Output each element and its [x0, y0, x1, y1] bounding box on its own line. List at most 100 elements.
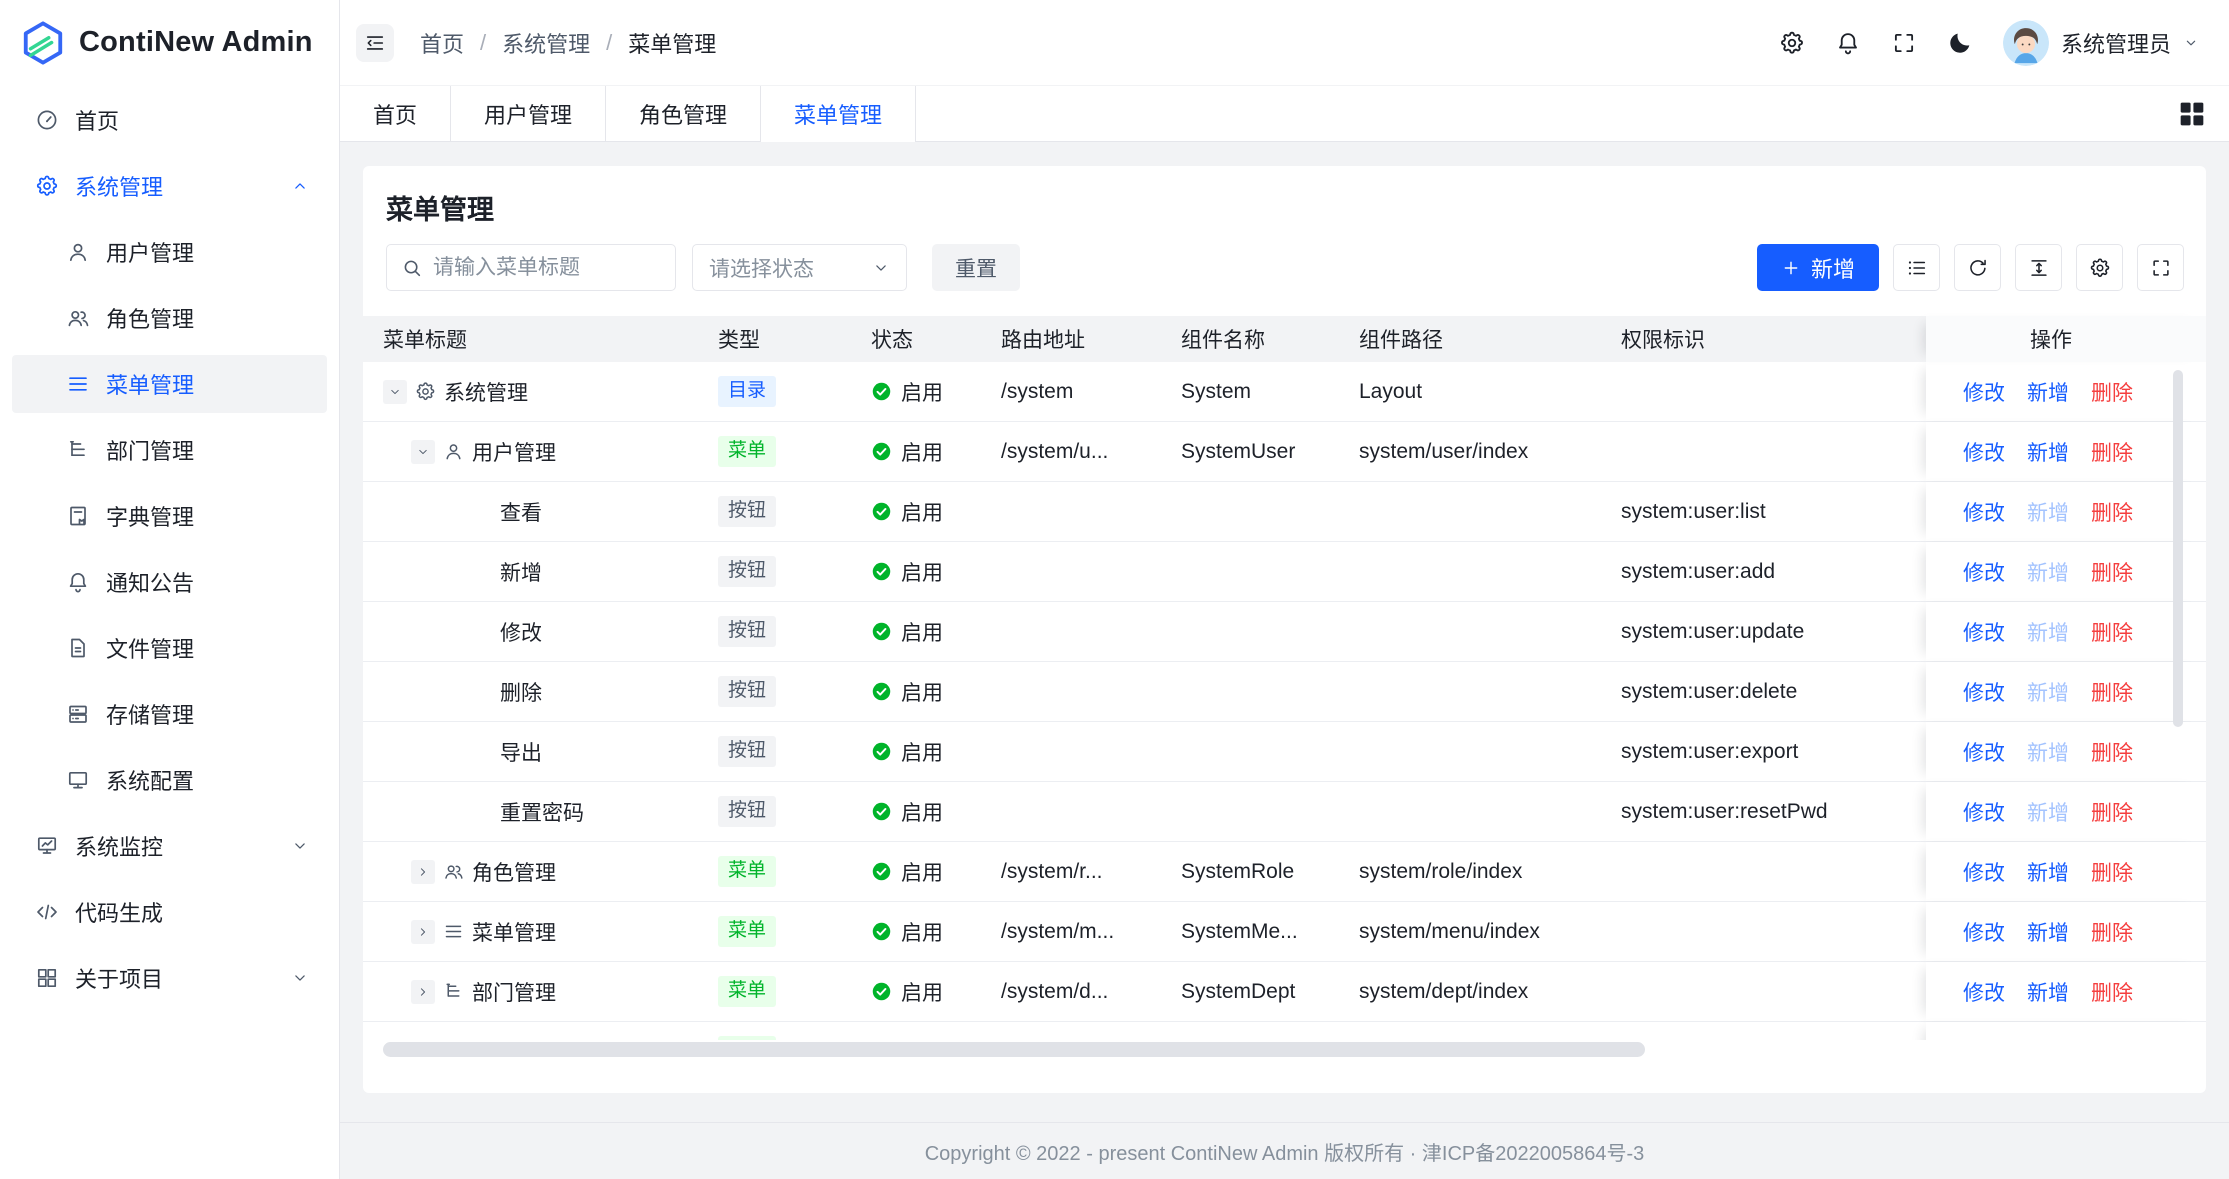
tree-icon	[66, 438, 90, 462]
delete-link[interactable]: 删除	[2091, 917, 2133, 947]
add-button[interactable]: 新增	[1757, 244, 1879, 291]
add-link[interactable]: 新增	[2027, 437, 2069, 467]
list-toolbar-button[interactable]	[1893, 244, 1940, 291]
sidebar-collapse-button[interactable]	[356, 24, 394, 62]
delete-link[interactable]: 删除	[2091, 1037, 2133, 1041]
reset-button[interactable]: 重置	[932, 244, 1020, 291]
file-icon	[66, 636, 90, 660]
cell-component-name	[1161, 542, 1339, 601]
check-circle-icon	[871, 981, 892, 1002]
tree-expander-right[interactable]	[411, 1040, 435, 1041]
sidebar-item-file[interactable]: 文件管理	[12, 619, 327, 677]
tab-菜单管理[interactable]: 菜单管理	[761, 86, 916, 141]
sidebar-item-gear[interactable]: 系统管理	[12, 157, 327, 215]
edit-link[interactable]: 修改	[1963, 557, 2005, 587]
refresh-toolbar-button[interactable]	[1954, 244, 2001, 291]
cell-actions: 修改新增删除	[1926, 782, 2206, 841]
delete-link[interactable]: 删除	[2091, 857, 2133, 887]
column-header: 路由地址	[981, 316, 1161, 362]
sidebar-item-monitor[interactable]: 系统配置	[12, 751, 327, 809]
search-input[interactable]	[433, 256, 661, 280]
sidebar-item-menu[interactable]: 菜单管理	[12, 355, 327, 413]
edit-link[interactable]: 修改	[1963, 617, 2005, 647]
line-height-toolbar-button[interactable]	[2015, 244, 2062, 291]
moon-button[interactable]	[1947, 30, 1973, 56]
breadcrumb-item[interactable]: 菜单管理	[628, 27, 716, 59]
sidebar-item-storage[interactable]: 存储管理	[12, 685, 327, 743]
status-text: 启用	[901, 377, 943, 407]
delete-link[interactable]: 删除	[2091, 737, 2133, 767]
add-link[interactable]: 新增	[2027, 857, 2069, 887]
cell-actions: 修改新增删除	[1926, 902, 2206, 961]
cell-menu-title: 修改	[363, 602, 703, 661]
cell-permission	[1601, 362, 1926, 421]
horizontal-scrollbar[interactable]	[383, 1042, 1645, 1057]
sidebar-item-users[interactable]: 角色管理	[12, 289, 327, 347]
cell-menu-title: 导出	[363, 722, 703, 781]
delete-link[interactable]: 删除	[2091, 377, 2133, 407]
cell-component-path: system/menu/index	[1339, 902, 1601, 961]
fullscreen-toolbar-button[interactable]	[2137, 244, 2184, 291]
sidebar-item-dashboard[interactable]: 首页	[12, 91, 327, 149]
vertical-scrollbar[interactable]	[2173, 370, 2183, 727]
sidebar-item-tree[interactable]: 部门管理	[12, 421, 327, 479]
edit-link[interactable]: 修改	[1963, 797, 2005, 827]
tree-expander-right[interactable]	[411, 980, 435, 1004]
gear-toolbar-button[interactable]	[2076, 244, 2123, 291]
delete-link[interactable]: 删除	[2091, 797, 2133, 827]
tree-expander-right[interactable]	[411, 860, 435, 884]
check-circle-icon	[871, 441, 892, 462]
tabs-bar: 首页用户管理角色管理菜单管理	[340, 85, 2229, 142]
add-link[interactable]: 新增	[2027, 377, 2069, 407]
delete-link[interactable]: 删除	[2091, 977, 2133, 1007]
check-circle-icon	[871, 921, 892, 942]
edit-link[interactable]: 修改	[1963, 977, 2005, 1007]
breadcrumb-separator: /	[606, 30, 612, 56]
tab-首页[interactable]: 首页	[340, 86, 451, 141]
tab-list-button[interactable]	[2175, 97, 2209, 131]
fullscreen-button[interactable]	[1891, 30, 1917, 56]
edit-link[interactable]: 修改	[1963, 377, 2005, 407]
table-toolbar: 新增	[1757, 244, 2184, 291]
user-menu[interactable]: 系统管理员	[2003, 20, 2199, 66]
edit-link[interactable]: 修改	[1963, 857, 2005, 887]
delete-link[interactable]: 删除	[2091, 497, 2133, 527]
add-link[interactable]: 新增	[2027, 917, 2069, 947]
sidebar-item-code[interactable]: 代码生成	[12, 883, 327, 941]
main-content: 菜单管理 请选择状态 重置 新增 菜单标题类型状态路由地址组件名称组件路径权限标…	[340, 142, 2229, 1179]
sidebar-item-user[interactable]: 用户管理	[12, 223, 327, 281]
tree-expander-down[interactable]	[411, 440, 435, 464]
cell-route: /system/m...	[981, 902, 1161, 961]
edit-link[interactable]: 修改	[1963, 677, 2005, 707]
status-select[interactable]: 请选择状态	[692, 244, 907, 291]
cell-component-name	[1161, 602, 1339, 661]
menu-icon	[66, 372, 90, 396]
edit-link[interactable]: 修改	[1963, 917, 2005, 947]
sidebar-item-grid[interactable]: 关于项目	[12, 949, 327, 1007]
tab-角色管理[interactable]: 角色管理	[606, 86, 761, 141]
bell-button[interactable]	[1835, 30, 1861, 56]
edit-link[interactable]: 修改	[1963, 437, 2005, 467]
tab-用户管理[interactable]: 用户管理	[451, 86, 606, 141]
add-link[interactable]: 新增	[2027, 977, 2069, 1007]
breadcrumb-item[interactable]: 系统管理	[502, 27, 590, 59]
settings-button[interactable]	[1779, 30, 1805, 56]
edit-link[interactable]: 修改	[1963, 1037, 2005, 1041]
sidebar-item-monitor-chart[interactable]: 系统监控	[12, 817, 327, 875]
delete-link[interactable]: 删除	[2091, 677, 2133, 707]
delete-link[interactable]: 删除	[2091, 617, 2133, 647]
edit-link[interactable]: 修改	[1963, 737, 2005, 767]
cell-status: 启用	[851, 362, 981, 421]
edit-link[interactable]: 修改	[1963, 497, 2005, 527]
sidebar-item-dict[interactable]: 字典管理	[12, 487, 327, 545]
delete-link[interactable]: 删除	[2091, 437, 2133, 467]
cell-component-name	[1161, 482, 1339, 541]
delete-link[interactable]: 删除	[2091, 557, 2133, 587]
tree-expander-down[interactable]	[383, 380, 407, 404]
add-link[interactable]: 新增	[2027, 1037, 2069, 1041]
breadcrumb-item[interactable]: 首页	[420, 27, 464, 59]
sidebar-item-bell[interactable]: 通知公告	[12, 553, 327, 611]
storage-icon	[66, 702, 90, 726]
status-badge: 启用	[871, 977, 943, 1007]
tree-expander-right[interactable]	[411, 920, 435, 944]
